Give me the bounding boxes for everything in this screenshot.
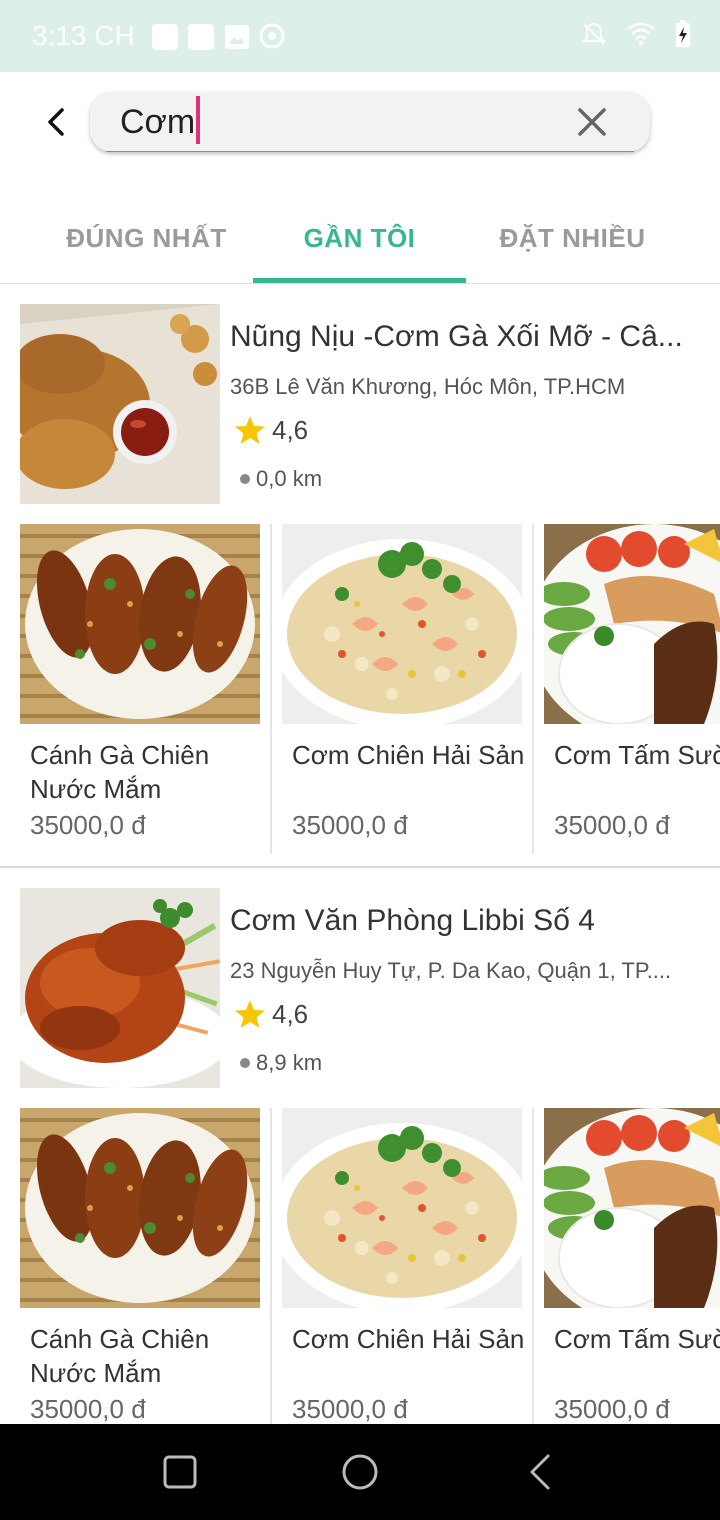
search-box[interactable] (90, 92, 650, 152)
dish-name: Cơm Tấm Sườn Chả (554, 740, 720, 770)
dish-separator (270, 1108, 272, 1424)
tab-near-me[interactable]: GẦN TÔI (253, 192, 466, 284)
location-dot-icon (240, 1058, 250, 1068)
text-caret (196, 96, 200, 144)
search-header (0, 72, 720, 192)
circle-nav-icon[interactable] (340, 1452, 380, 1492)
dish-list: Cánh Gà Chiên Nước Mắm 35000,0 đ Cơm Chi… (0, 1108, 720, 1424)
system-nav-bar (0, 1424, 720, 1520)
dish-card[interactable]: Cánh Gà Chiên Nước Mắm 35000,0 đ (20, 1108, 282, 1424)
search-underline (106, 151, 634, 152)
tab-bar: ĐÚNG NHẤT GẦN TÔI ĐẶT NHIỀU (0, 192, 720, 284)
status-bar: 3:13 CH (0, 0, 720, 72)
restaurant-card[interactable]: Nũng Nịu -Cơm Gà Xối Mỡ - Câ... 36B Lê V… (0, 304, 720, 864)
restaurant-distance: 8,9 km (240, 1050, 322, 1076)
status-time: 3:13 CH (32, 20, 135, 51)
notification-icon (188, 24, 214, 50)
tab-best-match[interactable]: ĐÚNG NHẤT (40, 192, 253, 284)
square-nav-icon[interactable] (160, 1452, 200, 1492)
dish-image[interactable] (544, 524, 720, 724)
dish-image[interactable] (20, 524, 260, 724)
restaurant-card[interactable]: Cơm Văn Phòng Libbi Số 4 23 Nguyễn Huy T… (0, 888, 720, 1424)
location-dot-icon (240, 474, 250, 484)
dish-price: 35000,0 đ (292, 1394, 408, 1424)
dish-card[interactable]: Cánh Gà Chiên Nước Mắm 35000,0 đ (20, 524, 282, 854)
tab-indicator (253, 278, 466, 283)
dish-price: 35000,0 đ (30, 810, 146, 840)
search-input[interactable] (120, 100, 560, 144)
restaurant-rating: 4,6 (234, 998, 308, 1030)
dish-name: Cơm Tấm Sườn Chả (554, 1324, 720, 1354)
restaurant-address: 36B Lê Văn Khương, Hóc Môn, TP.HCM (230, 374, 626, 399)
distance-value: 0,0 km (256, 466, 323, 491)
dish-name: Cơm Chiên Hải Sản (292, 1324, 525, 1354)
dish-price: 35000,0 đ (554, 1394, 670, 1424)
image-icon (225, 25, 249, 49)
dish-name: Cánh Gà Chiên Nước Mắm (30, 740, 210, 804)
status-icons (580, 20, 692, 48)
dish-separator (270, 524, 272, 854)
star-icon (235, 1000, 265, 1028)
dish-image[interactable] (282, 524, 522, 724)
restaurant-rating: 4,6 (234, 414, 308, 446)
close-icon[interactable] (574, 104, 610, 140)
dish-card[interactable]: Cơm Tấm Sườn Chả 35000,0 đ (544, 1108, 720, 1424)
section-divider (0, 866, 720, 868)
restaurant-image[interactable] (20, 304, 220, 504)
dish-separator (532, 1108, 534, 1424)
restaurant-name[interactable]: Cơm Văn Phòng Libbi Số 4 (230, 904, 700, 938)
dish-price: 35000,0 đ (30, 1394, 146, 1424)
dish-separator (532, 524, 534, 854)
distance-value: 8,9 km (256, 1050, 323, 1075)
mute-bell-icon (581, 22, 607, 45)
restaurant-address: 23 Nguyễn Huy Tự, P. Da Kao, Quận 1, TP.… (230, 958, 672, 983)
sync-icon (259, 23, 285, 49)
restaurant-distance: 0,0 km (240, 466, 322, 492)
back-button[interactable] (36, 102, 76, 142)
dish-card[interactable]: Cơm Tấm Sườn Chả 35000,0 đ (544, 524, 720, 854)
wifi-icon (627, 22, 655, 46)
dish-image[interactable] (20, 1108, 260, 1308)
rating-value: 4,6 (272, 414, 309, 445)
back-arrow-icon (48, 108, 64, 136)
notification-icon (152, 24, 178, 50)
dish-name: Cánh Gà Chiên Nước Mắm (30, 1324, 210, 1388)
dish-card[interactable]: Cơm Chiên Hải Sản 35000,0 đ (282, 1108, 544, 1424)
dish-list: Cánh Gà Chiên Nước Mắm 35000,0 đ Cơm Chi… (0, 524, 720, 854)
restaurant-image[interactable] (20, 888, 220, 1088)
dish-name: Cơm Chiên Hải Sản (292, 740, 525, 770)
dish-price: 35000,0 đ (292, 810, 408, 840)
triangle-back-icon[interactable] (520, 1452, 560, 1492)
restaurant-name[interactable]: Nũng Nịu -Cơm Gà Xối Mỡ - Câ... (230, 320, 700, 354)
dish-card[interactable]: Cơm Chiên Hải Sản 35000,0 đ (282, 524, 544, 854)
dish-image[interactable] (544, 1108, 720, 1308)
dish-price: 35000,0 đ (554, 810, 670, 840)
star-icon (235, 416, 265, 444)
dish-image[interactable] (282, 1108, 522, 1308)
rating-value: 4,6 (272, 998, 309, 1029)
battery-charging-icon (676, 20, 690, 47)
tab-most-ordered[interactable]: ĐẶT NHIỀU (466, 192, 679, 284)
